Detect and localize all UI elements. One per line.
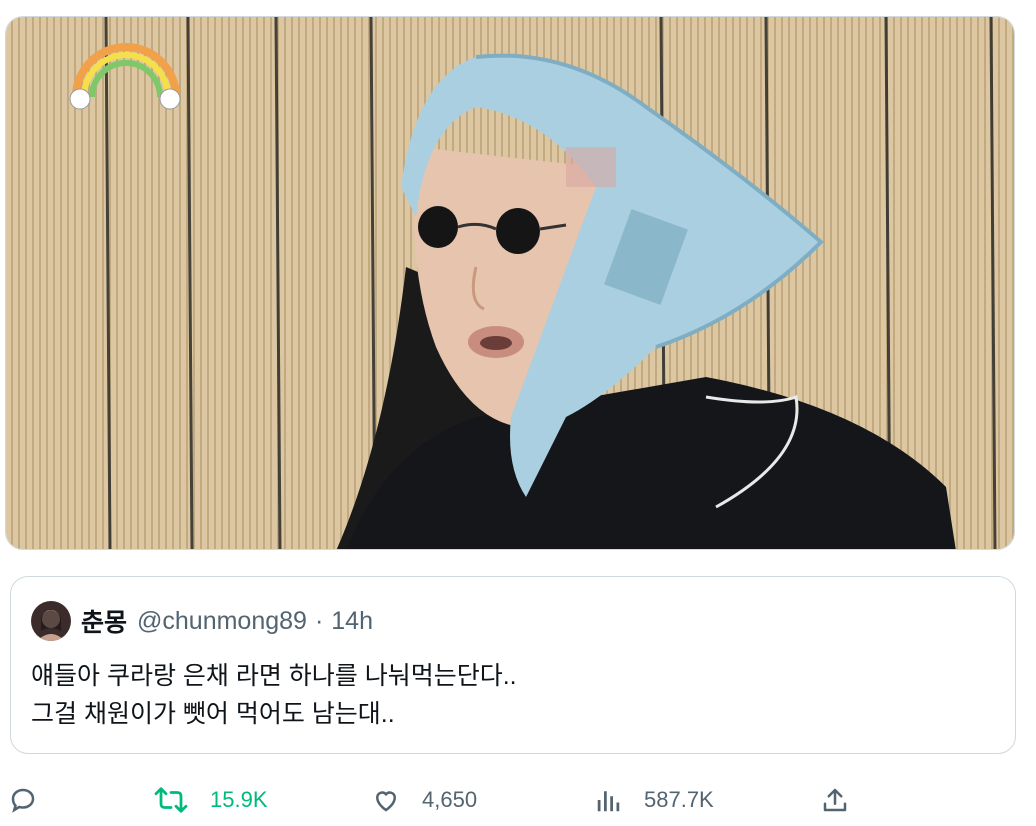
quoted-tweet-header: 춘몽 @chunmong89 · 14h <box>31 601 995 641</box>
retweet-button[interactable]: 15.9K <box>152 778 268 822</box>
avatar[interactable] <box>31 601 71 641</box>
reply-icon <box>8 785 38 815</box>
retweet-count: 15.9K <box>210 787 268 812</box>
reply-button[interactable] <box>8 778 38 822</box>
separator-dot: · <box>314 606 324 635</box>
quoted-tweet[interactable]: 춘몽 @chunmong89 · 14h 얘들아 쿠라랑 은채 라면 하나를 나… <box>10 576 1016 754</box>
quoted-tweet-text: 얘들아 쿠라랑 은채 라면 하나를 나눠먹는단다.. 그걸 채원이가 뺏어 먹어… <box>31 657 995 733</box>
tweet-text-line: 그걸 채원이가 뺏어 먹어도 남는대.. <box>31 700 395 728</box>
views-count: 587.7K <box>644 787 714 812</box>
views-button[interactable]: 587.7K <box>594 778 714 822</box>
share-icon <box>820 785 850 815</box>
tweet-timestamp[interactable]: 14h <box>331 607 373 636</box>
share-button[interactable] <box>820 778 850 822</box>
views-icon <box>594 785 624 815</box>
tweet-media-image[interactable] <box>5 16 1015 550</box>
tweet-action-bar: 15.9K 4,650 587.7K <box>0 778 1036 822</box>
display-name[interactable]: 춘몽 <box>81 603 127 639</box>
heart-icon <box>370 785 402 815</box>
like-count: 4,650 <box>422 787 478 812</box>
retweet-icon <box>152 785 190 815</box>
tweet-text-line: 얘들아 쿠라랑 은채 라면 하나를 나눠먹는단다.. <box>31 662 517 690</box>
like-button[interactable]: 4,650 <box>370 778 477 822</box>
user-handle[interactable]: @chunmong89 <box>137 607 307 636</box>
